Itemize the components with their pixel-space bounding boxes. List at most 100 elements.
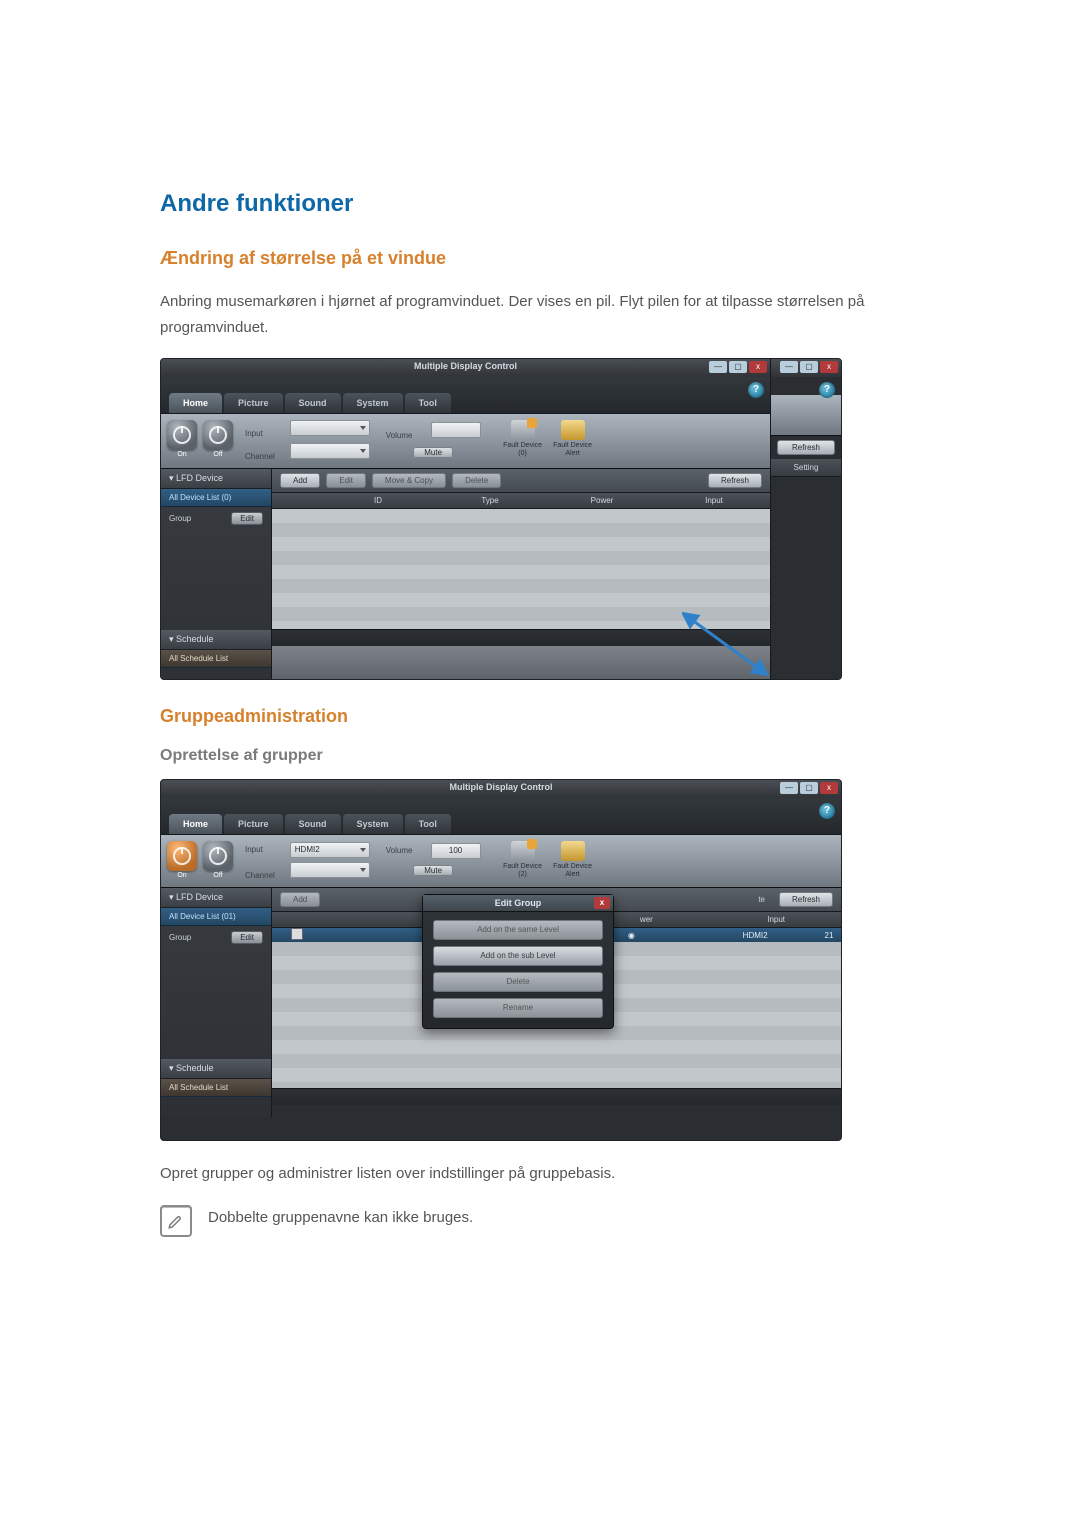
chevron-down-icon — [360, 449, 366, 453]
help-icon[interactable]: ? — [819, 382, 835, 398]
nav-lfd-device[interactable]: ▾ LFD Device — [161, 469, 271, 489]
window-buttons[interactable]: — ▢ x — [780, 782, 838, 794]
titlebar: Multiple Display Control — ▢ x — [161, 780, 841, 798]
heading-resize-window: Ændring af størrelse på et vindue — [160, 248, 920, 269]
heading-other-functions: Andre funktioner — [160, 190, 920, 218]
power-on-label: On — [177, 872, 186, 879]
nav-schedule[interactable]: ▾ Schedule — [161, 630, 271, 650]
input-dropdown[interactable] — [290, 420, 370, 436]
titlebar: Multiple Display Control — ▢ x — [161, 359, 770, 377]
mute-button[interactable]: Mute — [413, 865, 453, 876]
power-on-button[interactable] — [167, 420, 197, 450]
minimize-icon[interactable]: — — [709, 361, 727, 373]
label-input: Input — [245, 845, 287, 854]
popup-close-icon[interactable]: x — [594, 897, 610, 909]
fault-device-icon[interactable] — [511, 420, 535, 440]
table-header: ID Type Power Input — [272, 493, 770, 509]
nav-all-schedule-list[interactable]: All Schedule List — [161, 650, 271, 668]
ribbon: On Off Input HDMI2 Channel Volume 100 — [161, 835, 841, 888]
close-icon[interactable]: x — [820, 361, 838, 373]
power-icon — [209, 847, 227, 865]
maximize-icon[interactable]: ▢ — [800, 782, 818, 794]
app-title: Multiple Display Control — [414, 361, 517, 371]
label-input: Input — [245, 429, 287, 438]
tab-tool[interactable]: Tool — [405, 814, 451, 834]
toolbar-refresh-button[interactable]: Refresh — [708, 473, 762, 488]
device-grid[interactable] — [272, 509, 770, 629]
heading-group-admin: Gruppeadministration — [160, 706, 920, 727]
warning-icon — [527, 418, 537, 428]
input-dropdown[interactable]: HDMI2 — [290, 842, 370, 858]
tab-row: Home Picture Sound System Tool — [161, 377, 770, 414]
tab-home[interactable]: Home — [169, 393, 222, 413]
power-icon — [209, 426, 227, 444]
toolbar-refresh-button[interactable]: Refresh — [779, 892, 833, 907]
popup-rename[interactable]: Rename — [433, 998, 603, 1018]
tab-sound[interactable]: Sound — [285, 814, 341, 834]
fault-device-icon[interactable] — [511, 841, 535, 861]
power-off-button[interactable] — [203, 420, 233, 450]
channel-dropdown[interactable] — [290, 862, 370, 878]
popup-add-sub-level[interactable]: Add on the sub Level — [433, 946, 603, 966]
fault-alert-caption: Fault Device Alert — [551, 863, 595, 878]
tab-picture[interactable]: Picture — [224, 393, 283, 413]
toolbar-add-button[interactable]: Add — [280, 473, 320, 488]
toolbar-delete-button[interactable]: Delete — [452, 473, 501, 488]
chevron-down-icon — [360, 848, 366, 852]
power-off-label: Off — [213, 872, 222, 879]
fault-device-caption: Fault Device (0) — [501, 442, 545, 457]
toolbar-movecopy-button[interactable]: Move & Copy — [372, 473, 446, 488]
chevron-down-icon — [360, 868, 366, 872]
popup-add-same-level[interactable]: Add on the same Level — [433, 920, 603, 940]
maximize-icon[interactable]: ▢ — [800, 361, 818, 373]
tab-home[interactable]: Home — [169, 814, 222, 834]
fault-alert-icon[interactable] — [561, 841, 585, 861]
volume-field[interactable]: 100 — [431, 843, 481, 859]
nav-all-device-list[interactable]: All Device List (0) — [161, 489, 271, 507]
edit-group-popup: Edit Group x Add on the same Level Add o… — [422, 894, 614, 1029]
group-edit-button[interactable]: Edit — [231, 931, 263, 944]
screenshot-resize-window: Multiple Display Control — ▢ x ? Home Pi… — [160, 358, 842, 680]
navigator: ▾ LFD Device All Device List (0) Group E… — [161, 469, 272, 680]
toolbar-edit-button[interactable]: Edit — [326, 473, 366, 488]
group-edit-button[interactable]: Edit — [231, 512, 263, 525]
ribbon: On Off Input Channel Volume — [161, 414, 770, 469]
label-volume: Volume — [386, 846, 428, 855]
paragraph-resize-desc: Anbring musemarkøren i hjørnet af progra… — [160, 289, 920, 340]
tab-system[interactable]: System — [343, 814, 403, 834]
label-channel: Channel — [245, 871, 287, 880]
paragraph-group-body: Opret grupper og administrer listen over… — [160, 1161, 920, 1187]
tab-system[interactable]: System — [343, 393, 403, 413]
note-icon — [160, 1205, 192, 1237]
minimize-icon[interactable]: — — [780, 782, 798, 794]
popup-delete[interactable]: Delete — [433, 972, 603, 992]
tab-picture[interactable]: Picture — [224, 814, 283, 834]
screenshot-edit-group: Multiple Display Control — ▢ x ? Home Pi… — [160, 779, 842, 1141]
fault-alert-icon[interactable] — [561, 420, 585, 440]
help-icon[interactable]: ? — [819, 803, 835, 819]
window-buttons[interactable]: — ▢ x — [709, 361, 767, 373]
fault-device-caption: Fault Device (2) — [501, 863, 545, 878]
minimize-icon[interactable]: — — [780, 361, 798, 373]
mute-button[interactable]: Mute — [413, 447, 453, 458]
help-icon[interactable]: ? — [748, 382, 764, 398]
channel-dropdown[interactable] — [290, 443, 370, 459]
toolbar-add-button[interactable]: Add — [280, 892, 320, 907]
label-channel: Channel — [245, 452, 287, 461]
nav-lfd-device[interactable]: ▾ LFD Device — [161, 888, 271, 908]
nav-all-device-list[interactable]: All Device List (01) — [161, 908, 271, 926]
heading-group-create: Oprettelse af grupper — [160, 747, 920, 765]
close-icon[interactable]: x — [820, 782, 838, 794]
close-icon[interactable]: x — [749, 361, 767, 373]
tab-tool[interactable]: Tool — [405, 393, 451, 413]
power-on-button[interactable] — [167, 841, 197, 871]
tab-sound[interactable]: Sound — [285, 393, 341, 413]
maximize-icon[interactable]: ▢ — [729, 361, 747, 373]
nav-schedule[interactable]: ▾ Schedule — [161, 1059, 271, 1079]
row-checkbox[interactable] — [291, 928, 303, 940]
popup-title: Edit Group x — [423, 895, 613, 912]
refresh-button-secondary[interactable]: Refresh — [777, 440, 835, 455]
power-off-button[interactable] — [203, 841, 233, 871]
volume-field[interactable] — [431, 422, 481, 438]
nav-all-schedule-list[interactable]: All Schedule List — [161, 1079, 271, 1097]
